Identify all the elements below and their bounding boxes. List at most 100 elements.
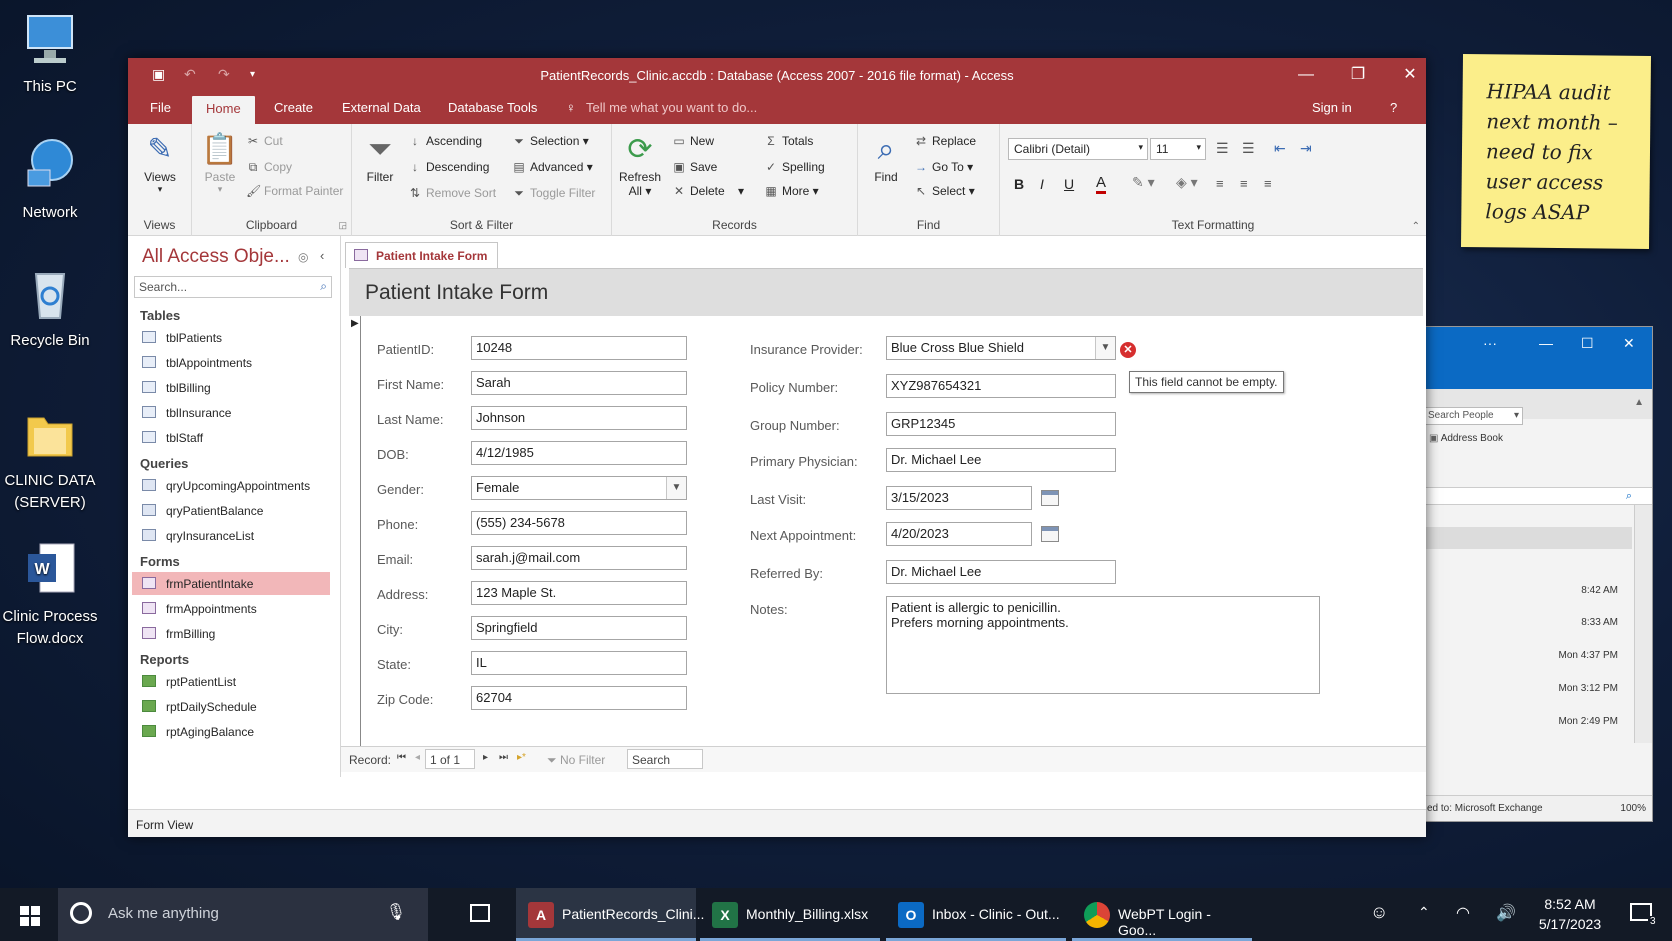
delete-record-button[interactable]: ✕ Delete ▾ [672, 184, 744, 198]
nav-item-query[interactable]: qryUpcomingAppointments [132, 474, 330, 497]
taskbar-app-outlook[interactable]: O Inbox - Clinic - Out... [886, 888, 1066, 941]
taskbar-app-excel[interactable]: X Monthly_Billing.xlsx [700, 888, 880, 941]
restore-button[interactable]: ❐ [1340, 62, 1376, 88]
chevron-up-icon[interactable]: ▲ [1634, 397, 1644, 408]
increase-indent-icon[interactable]: ⇥ [1300, 140, 1312, 157]
outlook-more-button[interactable]: ··· [1483, 335, 1497, 351]
selection-button[interactable]: ⏷ Selection ▾ [512, 134, 589, 149]
last-name-field[interactable]: Johnson [471, 406, 687, 430]
record-selector[interactable]: ▶ [349, 316, 361, 771]
action-center-button[interactable]: 3 [1620, 888, 1664, 941]
chevron-down-icon[interactable]: ▼ [666, 477, 686, 499]
fill-color-icon[interactable]: ◈ ▾ [1176, 174, 1198, 191]
show-hidden-icons-button[interactable]: ⌃ [1410, 888, 1440, 941]
network-tray-button[interactable]: ◠ [1450, 888, 1480, 941]
tab-external-data[interactable]: External Data [342, 100, 421, 115]
tell-me-input[interactable]: Tell me what you want to do... [586, 100, 757, 115]
font-color-button[interactable]: A [1096, 174, 1107, 194]
record-search-input[interactable]: Search [627, 749, 703, 769]
underline-button[interactable]: U [1064, 176, 1074, 192]
state-field[interactable]: IL [471, 651, 687, 675]
minimize-button[interactable]: — [1288, 62, 1324, 88]
calendar-icon[interactable] [1041, 490, 1059, 506]
outlook-selected-mail[interactable] [1421, 527, 1632, 549]
outlook-minimize-button[interactable]: — [1539, 335, 1553, 351]
dob-field[interactable]: 4/12/1985 [471, 441, 687, 465]
notes-textarea[interactable]: Patient is allergic to penicillin. Prefe… [886, 596, 1320, 694]
nav-search-input[interactable]: Search... ⌕ [134, 276, 332, 298]
nav-item-report[interactable]: rptDailySchedule [132, 695, 330, 718]
align-center-icon[interactable]: ≡ [1240, 176, 1248, 191]
find-button[interactable]: ⌕ Find [864, 130, 908, 184]
collapse-ribbon-icon[interactable]: ⌃ [1412, 221, 1420, 232]
nav-section-reports[interactable]: Reports [140, 652, 189, 667]
taskbar-app-chrome[interactable]: WebPT Login - Goo... [1072, 888, 1252, 941]
bullets-icon[interactable]: ☰ [1216, 140, 1229, 157]
totals-button[interactable]: Σ Totals [764, 134, 813, 148]
microphone-icon[interactable]: 🎙 [386, 902, 406, 922]
policy-number-field[interactable]: XYZ987654321 [886, 374, 1116, 398]
font-size-dropdown[interactable]: 11 ▾ [1150, 138, 1206, 160]
first-record-button[interactable]: ⏮ [397, 752, 406, 763]
nav-item-report[interactable]: rptAgingBalance [132, 720, 330, 743]
replace-button[interactable]: ⇄ Replace [914, 134, 976, 148]
next-appointment-field[interactable]: 4/20/2023 [886, 522, 1032, 546]
chevron-down-icon[interactable]: ▼ [1095, 337, 1115, 359]
gender-dropdown[interactable]: Female ▼ [471, 476, 687, 500]
go-to-button[interactable]: → Go To ▾ [914, 160, 973, 174]
sign-in-link[interactable]: Sign in [1312, 100, 1352, 115]
refresh-all-button[interactable]: ⟳ Refresh All ▾ [618, 130, 662, 198]
descending-button[interactable]: ↓ Descending [408, 160, 489, 174]
views-button[interactable]: ✎ Views ▾ [140, 130, 180, 195]
format-painter-button[interactable]: 🖌 Format Painter [246, 184, 343, 198]
taskbar-app-access[interactable]: A PatientRecords_Clini... [516, 888, 704, 941]
decrease-indent-icon[interactable]: ⇤ [1274, 140, 1286, 157]
font-name-dropdown[interactable]: Calibri (Detail) ▾ [1008, 138, 1148, 160]
nav-item-table[interactable]: tblBilling [132, 376, 330, 399]
cortana-search[interactable]: Ask me anything 🎙 [58, 888, 428, 941]
next-record-button[interactable]: ▸ [483, 752, 488, 763]
nav-section-forms[interactable]: Forms [140, 554, 180, 569]
desktop-icon-network[interactable]: Network [0, 136, 100, 224]
nav-section-tables[interactable]: Tables [140, 308, 180, 323]
desktop-icon-word-doc[interactable]: W Clinic Process Flow.docx [0, 540, 100, 650]
zip-code-field[interactable]: 62704 [471, 686, 687, 710]
outlook-window[interactable]: ··· — ☐ ✕ ▲ Search People ▾ ▣ Address Boo… [1420, 326, 1653, 822]
referred-by-field[interactable]: Dr. Michael Lee [886, 560, 1116, 584]
collapse-nav-icon[interactable]: ‹ [320, 248, 324, 263]
remove-sort-button[interactable]: ⇅ Remove Sort [408, 186, 496, 200]
nav-item-table[interactable]: tblPatients [132, 326, 330, 349]
search-people-input[interactable]: Search People ▾ [1423, 407, 1523, 425]
insurance-provider-dropdown[interactable]: Blue Cross Blue Shield ▼ [886, 336, 1116, 360]
close-button[interactable]: ✕ [1392, 62, 1428, 88]
advanced-button[interactable]: ▤ Advanced ▾ [512, 160, 592, 174]
outlook-search-bar[interactable]: ⌕ [1421, 487, 1652, 505]
filter-indicator[interactable]: ⏷ No Filter [547, 753, 605, 768]
access-window[interactable]: ▣ ↶ ↷ ▾ PatientRecords_Clinic.accdb : Da… [128, 58, 1426, 837]
volume-button[interactable]: 🔊 [1490, 888, 1520, 941]
desktop-icon-this-pc[interactable]: This PC [0, 10, 100, 98]
help-button[interactable]: ? [1390, 100, 1397, 115]
first-name-field[interactable]: Sarah [471, 371, 687, 395]
paste-button[interactable]: 📋 Paste ▾ [200, 130, 240, 195]
outlook-close-button[interactable]: ✕ [1623, 335, 1635, 352]
tab-file[interactable]: File [150, 100, 171, 115]
outlook-scrollbar[interactable] [1634, 505, 1652, 743]
toggle-filter-button[interactable]: ⏷ Toggle Filter [512, 186, 595, 201]
last-record-button[interactable]: ⏭ [499, 752, 508, 763]
clock[interactable]: 8:52 AM 5/17/2023 [1530, 888, 1610, 941]
highlight-icon[interactable]: ✎ ▾ [1132, 174, 1155, 191]
numbering-icon[interactable]: ☰ [1242, 140, 1255, 157]
more-button[interactable]: ▦ More ▾ [764, 184, 818, 198]
nav-item-form[interactable]: frmBilling [132, 622, 330, 645]
new-record-button[interactable]: ▭ New [672, 134, 714, 148]
address-book-button[interactable]: ▣ Address Book [1429, 433, 1503, 444]
calendar-icon[interactable] [1041, 526, 1059, 542]
cut-button[interactable]: ✂ Cut [246, 134, 283, 148]
nav-section-queries[interactable]: Queries [140, 456, 188, 471]
tab-database-tools[interactable]: Database Tools [448, 100, 537, 115]
phone-field[interactable]: (555) 234-5678 [471, 511, 687, 535]
spelling-button[interactable]: ✓ Spelling [764, 160, 825, 174]
start-button[interactable] [0, 888, 58, 941]
dialog-launcher-icon[interactable]: ◲ [338, 220, 347, 231]
